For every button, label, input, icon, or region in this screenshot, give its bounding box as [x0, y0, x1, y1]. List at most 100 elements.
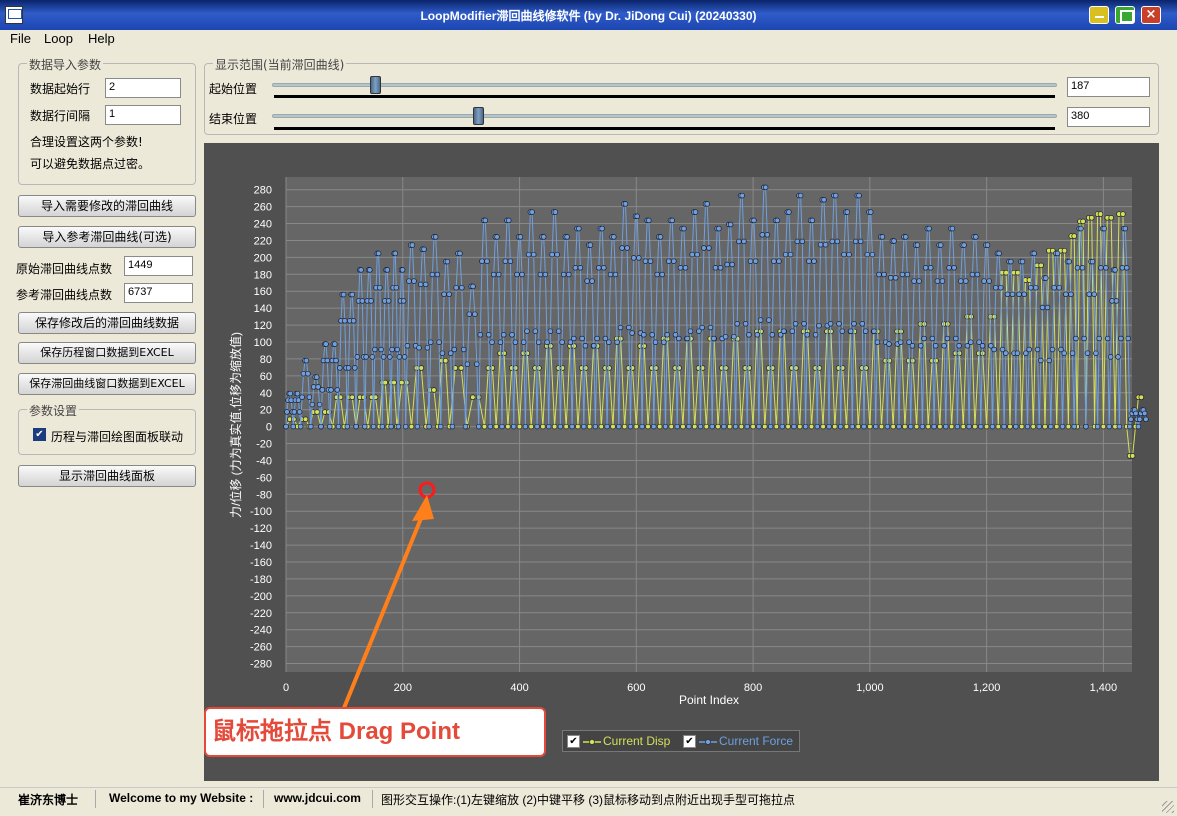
- start-row-field[interactable]: 2: [105, 78, 181, 98]
- force-data-point: [846, 251, 852, 258]
- force-data-point: [1103, 265, 1109, 271]
- y-tick-label: 40: [260, 388, 272, 400]
- force-data-point: [741, 238, 747, 245]
- force-data-point: [799, 238, 806, 245]
- y-tick-label: -100: [250, 506, 272, 518]
- disp-data-point: [816, 365, 823, 371]
- disp-data-point: [431, 387, 437, 393]
- force-data-point: [299, 394, 305, 400]
- start-slider-thumb[interactable]: [370, 76, 381, 94]
- force-data-point: [861, 423, 867, 430]
- legend-force-checkbox[interactable]: ✔: [683, 735, 696, 748]
- force-data-point: [451, 346, 458, 353]
- minimize-button[interactable]: [1089, 6, 1109, 24]
- end-slider-track[interactable]: [272, 114, 1057, 118]
- end-slider-thumb[interactable]: [473, 107, 484, 125]
- disp-data-point: [1080, 218, 1086, 225]
- force-data-point: [736, 238, 742, 245]
- force-data-point: [514, 271, 520, 278]
- force-data-point: [614, 339, 620, 345]
- disp-data-point: [458, 365, 464, 371]
- disp-data-point: [793, 365, 799, 371]
- force-data-point: [734, 321, 740, 327]
- link-panels-checkbox[interactable]: ✔: [33, 428, 46, 441]
- y-tick-label: -280: [250, 659, 272, 671]
- menu-help[interactable]: Help: [88, 31, 115, 46]
- save-history-button[interactable]: 保存历程窗口数据到EXCEL: [18, 342, 196, 364]
- force-data-point: [444, 258, 451, 265]
- force-data-point: [537, 271, 544, 278]
- disp-data-point: [536, 365, 542, 371]
- show-loop-panel-button[interactable]: 显示滞回曲线面板: [18, 465, 196, 487]
- legend-disp-checkbox[interactable]: ✔: [567, 735, 580, 748]
- force-data-point: [449, 423, 456, 430]
- force-data-point: [769, 332, 776, 338]
- y-tick-label: 260: [254, 202, 272, 214]
- force-data-point: [315, 384, 321, 390]
- force-data-point: [676, 335, 682, 342]
- force-data-point: [379, 423, 386, 430]
- menu-loop[interactable]: Loop: [44, 31, 73, 46]
- end-position-field[interactable]: 380: [1067, 107, 1150, 127]
- disp-data-point: [1030, 423, 1037, 430]
- legend-force-swatch: [699, 739, 717, 745]
- force-data-point: [421, 246, 427, 253]
- disp-data-point: [575, 423, 581, 430]
- force-data-point: [956, 343, 962, 349]
- disp-data-point: [582, 365, 589, 371]
- save-loop-button[interactable]: 保存滞回曲线窗口数据到EXCEL: [18, 373, 196, 395]
- disp-data-point: [505, 423, 511, 430]
- force-data-point: [697, 423, 704, 430]
- force-data-point: [1115, 354, 1121, 360]
- resize-grip-icon[interactable]: [1162, 801, 1174, 813]
- import-modify-button[interactable]: 导入需要修改的滞回曲线: [18, 195, 196, 217]
- disp-data-point: [863, 365, 869, 371]
- force-data-point: [499, 423, 505, 430]
- force-data-point: [979, 343, 986, 349]
- disp-data-point: [1015, 269, 1021, 276]
- force-data-point: [1091, 291, 1097, 298]
- force-data-point: [744, 423, 750, 430]
- force-data-point: [622, 201, 629, 207]
- force-data-point: [1143, 416, 1149, 423]
- force-data-point: [1071, 423, 1077, 430]
- force-data-point: [353, 423, 359, 430]
- disp-data-point: [1097, 211, 1104, 217]
- close-button[interactable]: ×: [1141, 6, 1161, 24]
- force-data-point: [802, 423, 809, 430]
- link-panels-label: 历程与滞回绘图面板联动: [51, 430, 184, 444]
- hint-text-1: 合理设置这两个参数!: [30, 135, 143, 149]
- force-data-point: [394, 346, 401, 353]
- website-link[interactable]: www.jdcui.com: [274, 791, 361, 805]
- force-data-point: [1024, 423, 1031, 430]
- start-position-field[interactable]: 187: [1067, 77, 1150, 97]
- row-interval-field[interactable]: 1: [105, 105, 181, 125]
- maximize-button[interactable]: [1115, 6, 1135, 24]
- ref-count-field: 6737: [124, 283, 193, 303]
- force-data-point: [774, 217, 781, 224]
- legend-force-label: Current Force: [719, 734, 794, 748]
- start-slider-track[interactable]: [272, 83, 1057, 87]
- force-data-point: [591, 343, 597, 349]
- force-data-point: [510, 423, 517, 430]
- menu-file[interactable]: File: [10, 31, 31, 46]
- force-data-point: [647, 258, 654, 264]
- force-data-point: [350, 318, 357, 324]
- history-chart[interactable]: -280-260-240-220-200-180-160-140-120-100…: [204, 143, 1159, 781]
- force-data-point: [466, 311, 473, 317]
- force-data-point: [902, 234, 909, 240]
- force-data-point: [1104, 335, 1111, 342]
- force-data-point: [844, 209, 851, 215]
- force-data-point: [594, 335, 600, 342]
- force-data-point: [978, 423, 984, 430]
- force-data-point: [1061, 350, 1067, 356]
- force-data-point: [617, 324, 624, 331]
- force-data-point: [897, 339, 904, 345]
- force-data-point: [308, 423, 314, 430]
- force-data-point: [929, 335, 936, 342]
- y-tick-label: -180: [250, 574, 272, 586]
- disp-data-point: [1108, 215, 1114, 221]
- import-reference-button[interactable]: 导入参考滞回曲线(可选): [18, 226, 196, 248]
- save-modified-button[interactable]: 保存修改后的滞回曲线数据: [18, 312, 196, 334]
- chart-panel[interactable]: -280 -260 -240 -220 -200 -180 -160 -140 -120 -100…: [204, 143, 1159, 781]
